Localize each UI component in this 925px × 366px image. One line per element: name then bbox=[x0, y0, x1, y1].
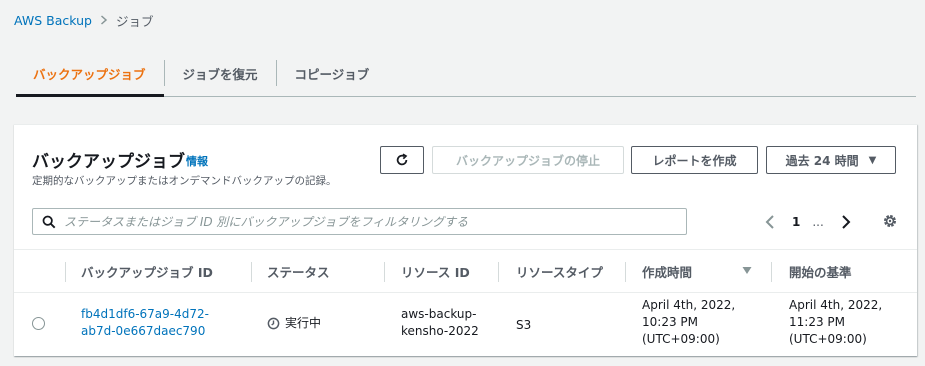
stop-backup-job-button[interactable]: バックアップジョブの停止 bbox=[432, 146, 624, 174]
tab-backup-jobs-label: バックアップジョブ bbox=[33, 66, 146, 82]
gear-icon[interactable] bbox=[882, 213, 898, 233]
tab-bar: バックアップジョブ ジョブを復元 コピージョブ bbox=[16, 50, 916, 97]
job-id-link[interactable]: fb4d1df6-67a9-4d72- ab7d-0e667daec790 bbox=[81, 306, 209, 340]
start-by-cell: April 4th, 2022, 11:23 PM (UTC+09:00) bbox=[789, 297, 882, 348]
col-resource-id[interactable]: リソース ID bbox=[401, 250, 470, 293]
search-input[interactable] bbox=[64, 214, 686, 229]
col-status[interactable]: ステータス bbox=[267, 250, 330, 293]
column-divider bbox=[625, 262, 626, 282]
column-divider bbox=[251, 262, 252, 282]
creation-time-cell: April 4th, 2022, 10:23 PM (UTC+09:00) bbox=[642, 297, 735, 348]
sort-down-icon[interactable] bbox=[742, 266, 752, 276]
time-range-label: 過去 24 時間 bbox=[785, 153, 859, 168]
row-select-radio[interactable] bbox=[32, 317, 45, 330]
caret-down-icon: ▼ bbox=[868, 154, 877, 166]
clock-icon bbox=[267, 317, 280, 330]
page-number[interactable]: 1 bbox=[792, 215, 800, 229]
panel-description: 定期的なバックアップまたはオンデマンドバックアップの記録。 bbox=[32, 175, 337, 187]
creation-time-line: April 4th, 2022, bbox=[642, 298, 736, 312]
column-divider bbox=[498, 262, 499, 282]
refresh-icon bbox=[396, 153, 408, 166]
resource-id-cell: aws-backup- kensho-2022 bbox=[401, 306, 479, 340]
breadcrumb-aws-backup[interactable]: AWS Backup bbox=[14, 13, 92, 28]
job-id-line: ab7d-0e667daec790 bbox=[81, 324, 206, 338]
resource-id-line: kensho-2022 bbox=[401, 324, 479, 338]
col-start-by[interactable]: 開始の基準 bbox=[789, 250, 852, 293]
creation-time-line: 10:23 PM bbox=[642, 315, 698, 329]
tab-restore-jobs[interactable]: ジョブを復元 bbox=[165, 50, 276, 96]
panel-title: バックアップジョブ bbox=[32, 152, 185, 172]
job-id-line: fb4d1df6-67a9-4d72- bbox=[81, 307, 209, 321]
breadcrumb-current: ジョブ bbox=[115, 14, 154, 29]
resource-type-cell: S3 bbox=[516, 318, 532, 332]
table-header: バックアップジョブ ID ステータス リソース ID リソースタイプ 作成時間 … bbox=[14, 249, 917, 293]
tab-copy-jobs[interactable]: コピージョブ bbox=[277, 50, 388, 96]
refresh-button[interactable] bbox=[380, 146, 424, 174]
column-divider bbox=[384, 262, 385, 282]
start-by-line: April 4th, 2022, bbox=[789, 298, 883, 312]
resource-id-line: aws-backup- bbox=[401, 307, 477, 321]
breadcrumb: AWS Backup ジョブ bbox=[14, 11, 153, 30]
table-row[interactable]: fb4d1df6-67a9-4d72- ab7d-0e667daec790 実行… bbox=[14, 293, 917, 355]
creation-time-line: (UTC+09:00) bbox=[642, 332, 720, 346]
chevron-right-icon[interactable] bbox=[838, 212, 854, 232]
search-field[interactable] bbox=[32, 208, 687, 235]
start-by-line: 11:23 PM bbox=[789, 315, 845, 329]
pagination: 1 ... bbox=[762, 211, 854, 233]
status-cell: 実行中 bbox=[267, 315, 321, 332]
tab-restore-jobs-label: ジョブを復元 bbox=[182, 66, 258, 82]
chevron-right-icon bbox=[100, 14, 108, 28]
chevron-left-icon[interactable] bbox=[762, 212, 778, 232]
page-ellipsis: ... bbox=[812, 215, 824, 229]
status-text: 実行中 bbox=[285, 316, 322, 330]
tab-backup-jobs[interactable]: バックアップジョブ bbox=[16, 50, 164, 97]
create-report-button[interactable]: レポートを作成 bbox=[631, 146, 758, 174]
column-divider bbox=[771, 262, 772, 282]
column-divider bbox=[65, 262, 66, 282]
search-icon bbox=[42, 215, 56, 228]
tab-copy-jobs-label: コピージョブ bbox=[294, 66, 370, 82]
start-by-line: (UTC+09:00) bbox=[789, 332, 867, 346]
time-range-dropdown[interactable]: 過去 24 時間 ▼ bbox=[766, 146, 896, 174]
col-job-id[interactable]: バックアップジョブ ID bbox=[81, 250, 213, 293]
col-resource-type[interactable]: リソースタイプ bbox=[516, 250, 603, 293]
backup-jobs-panel: バックアップジョブ 情報 定期的なバックアップまたはオンデマンドバックアップの記… bbox=[14, 124, 917, 356]
info-link[interactable]: 情報 bbox=[186, 153, 208, 169]
col-creation-time[interactable]: 作成時間 bbox=[642, 250, 692, 293]
